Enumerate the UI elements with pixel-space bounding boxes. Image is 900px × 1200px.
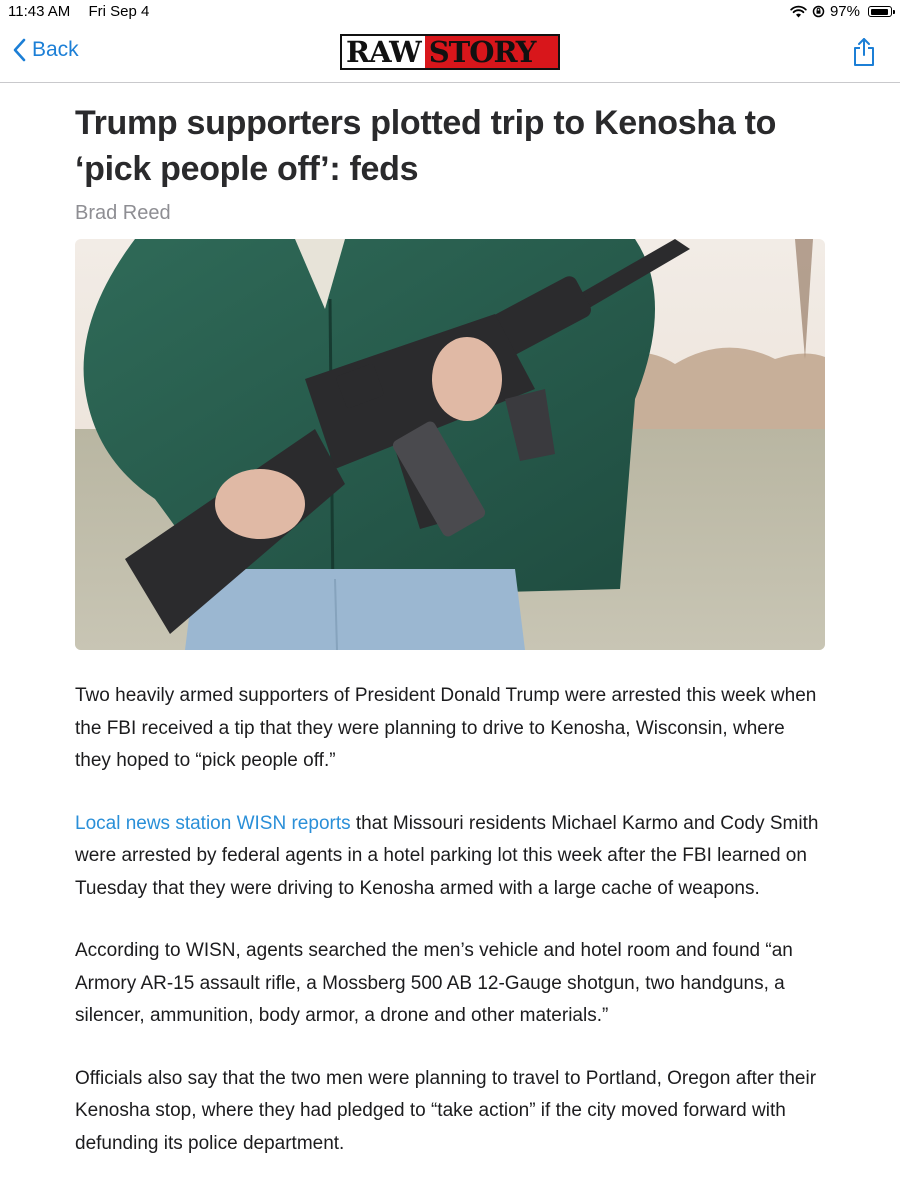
article-headline: Trump supporters plotted trip to Kenosha… bbox=[75, 104, 777, 188]
logo-story: STORY bbox=[424, 36, 558, 68]
wisn-report-link[interactable]: Local news station WISN reports bbox=[75, 813, 351, 834]
navigation-bar: Back RAW STORY bbox=[0, 24, 900, 83]
status-time: 11:43 AM bbox=[8, 3, 71, 20]
battery-level bbox=[870, 8, 888, 15]
orientation-lock-icon bbox=[812, 5, 825, 18]
share-icon bbox=[854, 38, 874, 66]
status-right: 97% bbox=[790, 3, 895, 20]
back-button[interactable]: Back bbox=[12, 38, 79, 62]
battery-percent: 97% bbox=[829, 3, 860, 20]
back-label: Back bbox=[32, 38, 79, 61]
rifle-photo bbox=[75, 239, 825, 650]
article: Trump supporters plotted trip to Kenosha… bbox=[75, 100, 825, 1160]
rawstory-logo: RAW STORY bbox=[340, 34, 560, 70]
article-paragraph-3: According to WISN, agents searched the m… bbox=[75, 940, 793, 1026]
wifi-icon bbox=[790, 5, 807, 18]
article-byline: Brad Reed bbox=[75, 202, 171, 224]
share-button[interactable] bbox=[852, 37, 876, 72]
article-paragraph-1: Two heavily armed supporters of Presiden… bbox=[75, 685, 817, 771]
article-paragraph-4: Officials also say that the two men were… bbox=[75, 1067, 817, 1154]
status-bar: 11:43 AM Fri Sep 4 97% bbox=[0, 0, 900, 24]
status-left: 11:43 AM Fri Sep 4 bbox=[8, 3, 163, 20]
status-date: Fri Sep 4 bbox=[88, 3, 150, 20]
logo-raw: RAW bbox=[342, 36, 425, 68]
battery-icon bbox=[868, 6, 895, 17]
chevron-left-icon bbox=[13, 38, 26, 62]
article-hero-image bbox=[75, 239, 825, 650]
article-paragraph-2: Local news station WISN reports that Mis… bbox=[75, 808, 825, 906]
